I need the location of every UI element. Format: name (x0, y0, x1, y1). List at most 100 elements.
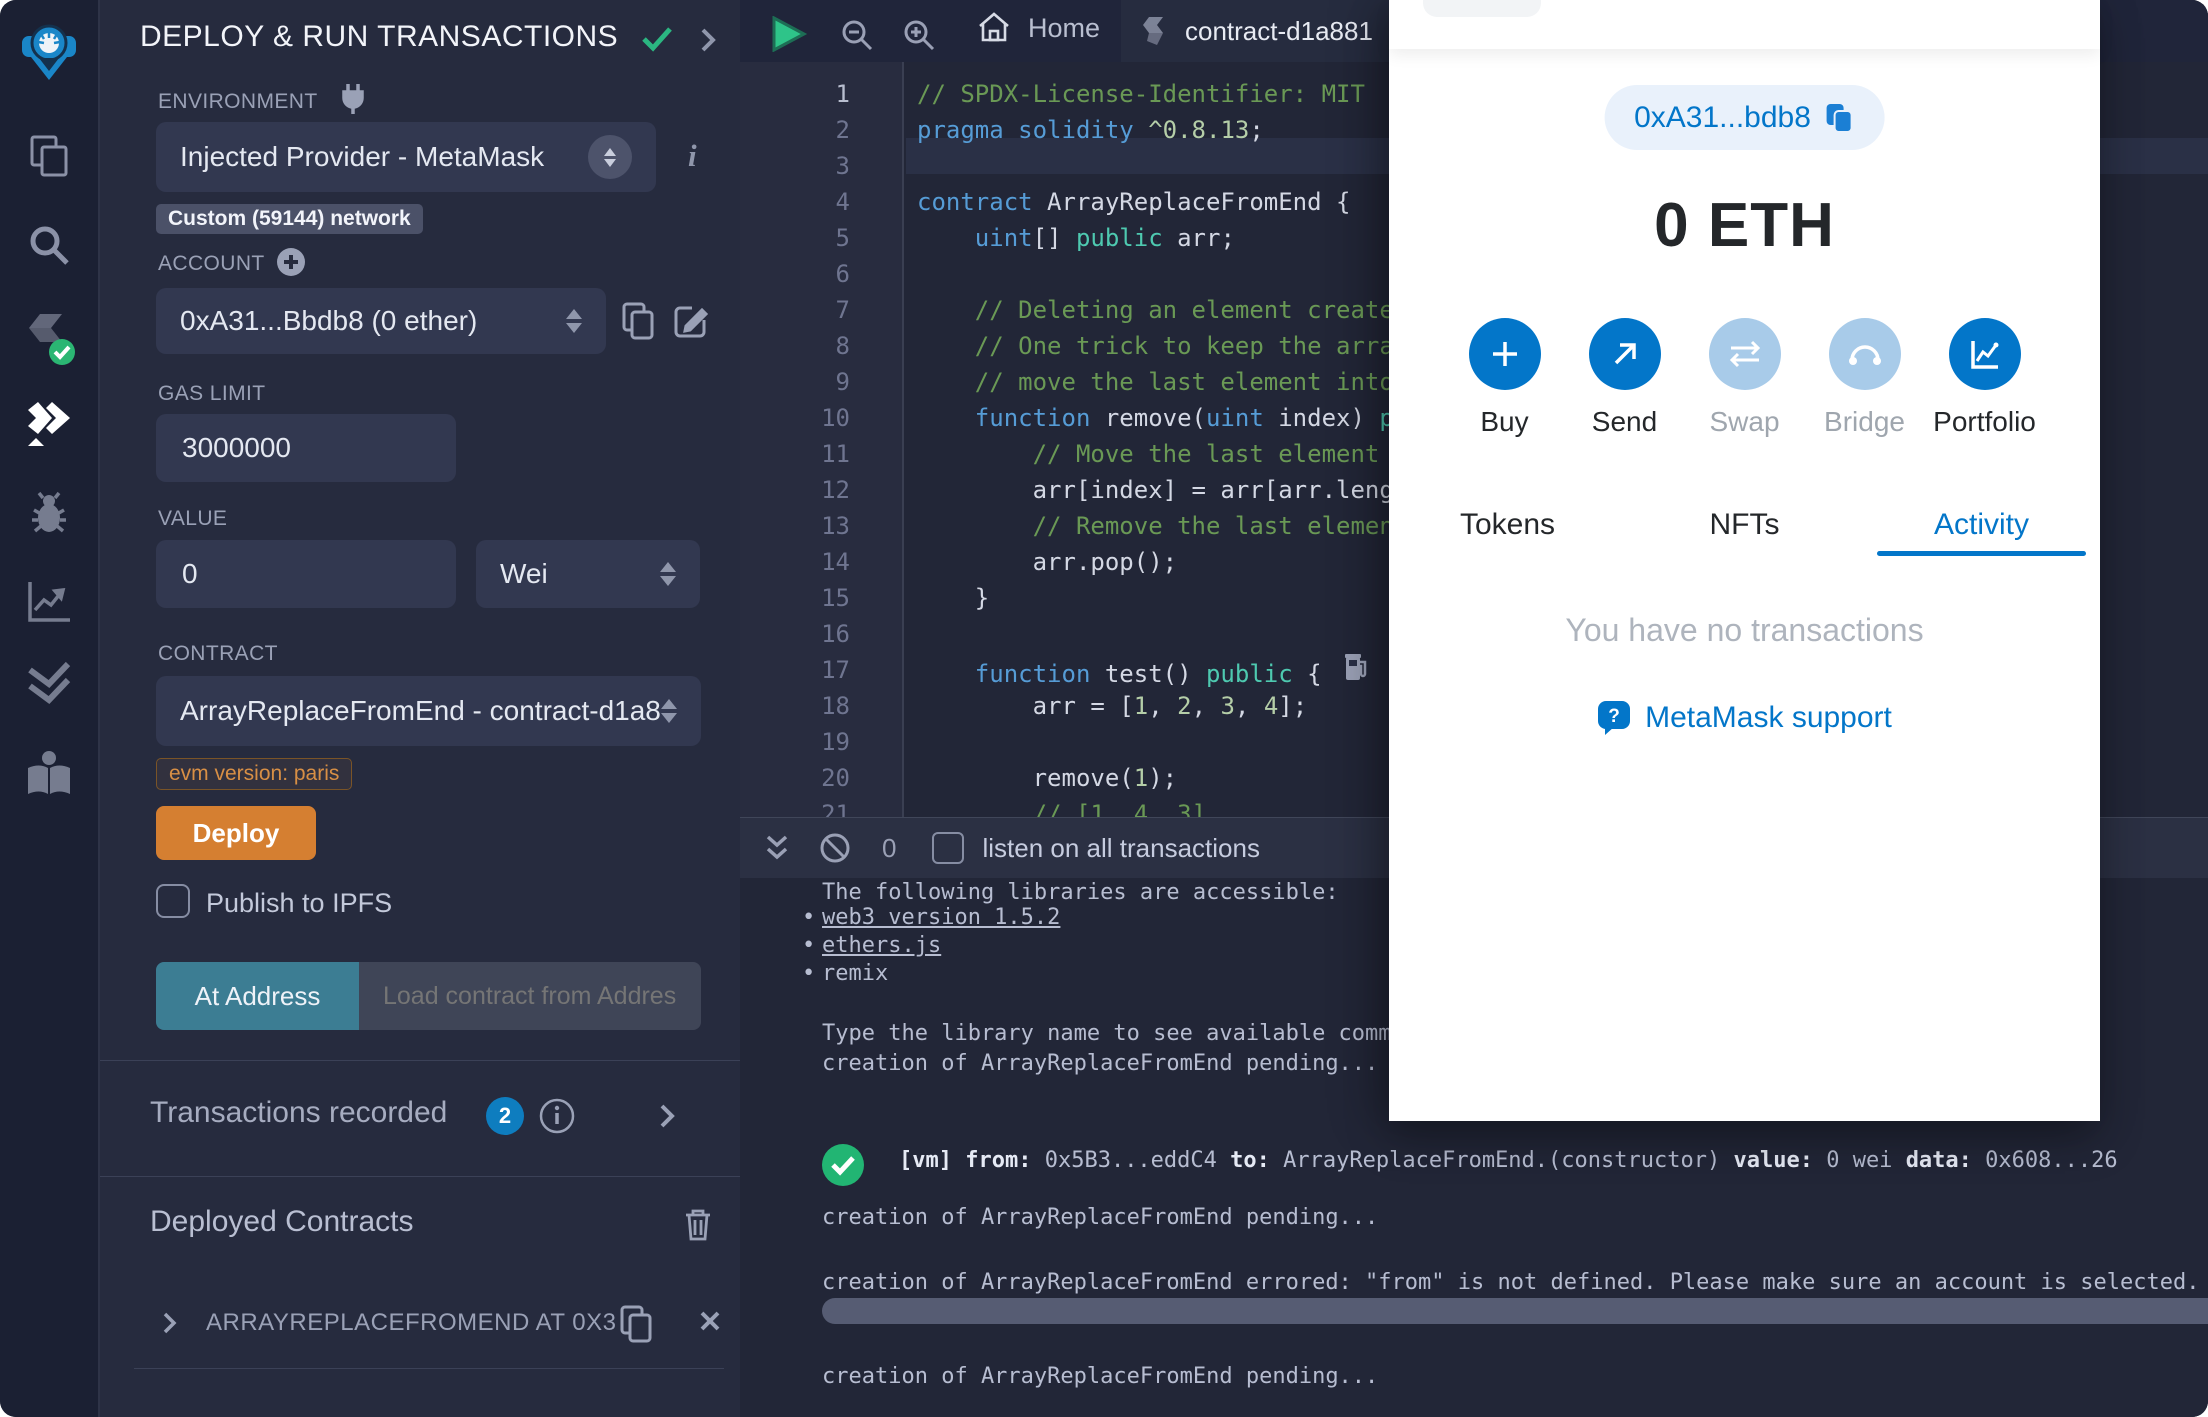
tab-activity[interactable]: Activity (1863, 494, 2100, 556)
bridge-button: Bridge (1824, 318, 1905, 438)
deploy-run-panel: DEPLOY & RUN TRANSACTIONS ENVIRONMENT In… (100, 0, 740, 1417)
metamask-popup: 0xA31...bdb8 0 ETH Buy Send Swap Bridge Port… (1389, 0, 2100, 1121)
send-icon (1588, 318, 1661, 390)
gas-limit-input[interactable] (180, 431, 432, 465)
solidity-compiler-icon[interactable] (22, 312, 76, 373)
panel-check-icon (642, 27, 672, 52)
action-label: Buy (1480, 406, 1529, 437)
zoom-out-icon[interactable] (840, 18, 874, 52)
svg-text:?: ? (1608, 706, 1620, 727)
home-tab-label: Home (1028, 12, 1101, 43)
value-input[interactable] (180, 557, 432, 591)
search-icon[interactable] (26, 222, 72, 273)
empty-transactions-text: You have no transactions (1565, 612, 1924, 648)
add-account-icon[interactable] (275, 246, 307, 278)
action-label: Swap (1709, 406, 1780, 437)
network-selector-pill[interactable] (1423, 0, 1541, 17)
buy-button[interactable]: Buy (1468, 318, 1541, 438)
run-script-icon[interactable] (768, 16, 808, 52)
debugger-icon[interactable] (25, 490, 73, 543)
metamask-support-link[interactable]: ? MetaMask support (1389, 700, 2100, 736)
tab-nfts[interactable]: NFTs (1626, 494, 1863, 556)
tab-home[interactable]: Home (976, 10, 1100, 46)
contract-label: CONTRACT (158, 642, 278, 665)
remove-contract-icon[interactable] (698, 1309, 722, 1333)
tx-success-icon (820, 1142, 866, 1194)
pending-tx-count: 0 (882, 832, 897, 863)
deploy-button[interactable]: Deploy (156, 806, 316, 860)
environment-info-icon[interactable]: i (688, 138, 697, 174)
terminal-vm-log[interactable]: [vm] from: 0x5B3...eddC4 to: ArrayReplac… (899, 1148, 2131, 1173)
clear-terminal-icon[interactable] (818, 831, 852, 865)
account-address-pill[interactable]: 0xA31...bdb8 (1604, 85, 1885, 150)
value-label: VALUE (158, 507, 228, 530)
support-label: MetaMask support (1645, 701, 1892, 734)
terminal-log-line: Type the library name to see available c… (822, 1021, 1458, 1046)
action-label: Portfolio (1933, 406, 2036, 437)
terminal-log-line: The following libraries are accessible: (822, 880, 1339, 905)
bridge-icon (1828, 318, 1901, 390)
at-address-button[interactable]: At Address (156, 962, 359, 1030)
publish-ipfs-label: Publish to IPFS (206, 888, 393, 918)
network-badge: Custom (59144) network (156, 204, 423, 234)
action-label: Bridge (1824, 406, 1905, 437)
account-address: 0xA31...bdb8 (1634, 100, 1811, 134)
panel-divider (100, 1060, 740, 1061)
account-label: ACCOUNT (158, 252, 265, 275)
terminal-log-line: creation of ArrayReplaceFromEnd errored:… (822, 1270, 2208, 1295)
portfolio-button[interactable]: Portfolio (1933, 318, 2036, 438)
swap-icon (1708, 318, 1781, 390)
swap-button: Swap (1708, 318, 1781, 438)
terminal-log-line: creation of ArrayReplaceFromEnd pending.… (822, 1364, 1379, 1389)
plug-icon[interactable] (338, 82, 368, 116)
remix-ide-window: DEPLOY & RUN TRANSACTIONS ENVIRONMENT In… (0, 0, 2208, 1417)
transactions-expand-icon[interactable] (658, 1102, 676, 1130)
panel-collapse-icon[interactable] (698, 26, 718, 54)
row-divider (134, 1368, 724, 1369)
copy-contract-icon[interactable] (618, 1303, 654, 1343)
copy-address-icon[interactable] (1825, 102, 1855, 134)
deploy-and-run-icon[interactable] (22, 400, 76, 453)
active-tab-label: contract-d1a881 (1185, 15, 1373, 46)
activity-sidebar (0, 0, 100, 1417)
environment-select[interactable]: Injected Provider - MetaMask (156, 122, 656, 192)
value-input-wrap (156, 540, 456, 608)
buy-icon (1468, 318, 1541, 390)
remix-logo-icon[interactable] (17, 18, 81, 89)
at-address-input[interactable] (381, 980, 679, 1012)
deployed-contract-label: ARRAYREPLACEFROMEND AT 0X3 (206, 1309, 617, 1336)
evm-version-badge: evm version: paris (156, 758, 353, 790)
environment-label: ENVIRONMENT (158, 90, 318, 113)
clear-contracts-trash-icon[interactable] (682, 1206, 714, 1242)
listen-transactions-checkbox[interactable] (932, 832, 965, 864)
terminal-library-item[interactable]: web3 version 1.5.2 (802, 905, 1060, 930)
statistics-icon[interactable] (25, 578, 73, 631)
deployed-contract-row[interactable]: ARRAYREPLACEFROMEND AT 0X3 (100, 1295, 740, 1351)
panel-title: DEPLOY & RUN TRANSACTIONS (140, 20, 619, 53)
terminal-hscrollbar[interactable] (822, 1298, 2208, 1324)
contract-select[interactable]: ArrayReplaceFromEnd - contract-d1a8 (156, 676, 701, 746)
copy-account-icon[interactable] (620, 300, 656, 340)
edit-account-icon[interactable] (672, 302, 710, 340)
solidity-file-icon (1143, 17, 1163, 45)
unit-testing-icon[interactable] (24, 660, 74, 709)
terminal-log-line: creation of ArrayReplaceFromEnd pending.… (822, 1051, 1379, 1076)
value-unit-select[interactable]: Wei (476, 540, 700, 608)
publish-ipfs-checkbox[interactable] (156, 884, 190, 918)
panel-divider-2 (100, 1176, 740, 1177)
at-address-input-wrap (359, 962, 701, 1030)
account-select[interactable]: 0xA31...Bbdb8 (0 ether) (156, 288, 606, 354)
action-label: Send (1591, 406, 1658, 437)
home-icon (979, 12, 1009, 42)
learneth-icon[interactable] (24, 750, 74, 803)
zoom-in-icon[interactable] (902, 18, 936, 52)
environment-select-arrows (588, 135, 632, 179)
wallet-tabs: Tokens NFTs Activity (1389, 494, 2100, 556)
tab-tokens[interactable]: Tokens (1389, 494, 1626, 556)
transactions-info-icon[interactable] (538, 1097, 576, 1135)
terminal-library-item[interactable]: ethers.js (802, 933, 941, 958)
send-button[interactable]: Send (1588, 318, 1661, 438)
listen-transactions-label: listen on all transactions (982, 832, 1260, 863)
file-explorer-icon[interactable] (26, 133, 72, 184)
expand-terminal-icon[interactable] (762, 832, 792, 864)
